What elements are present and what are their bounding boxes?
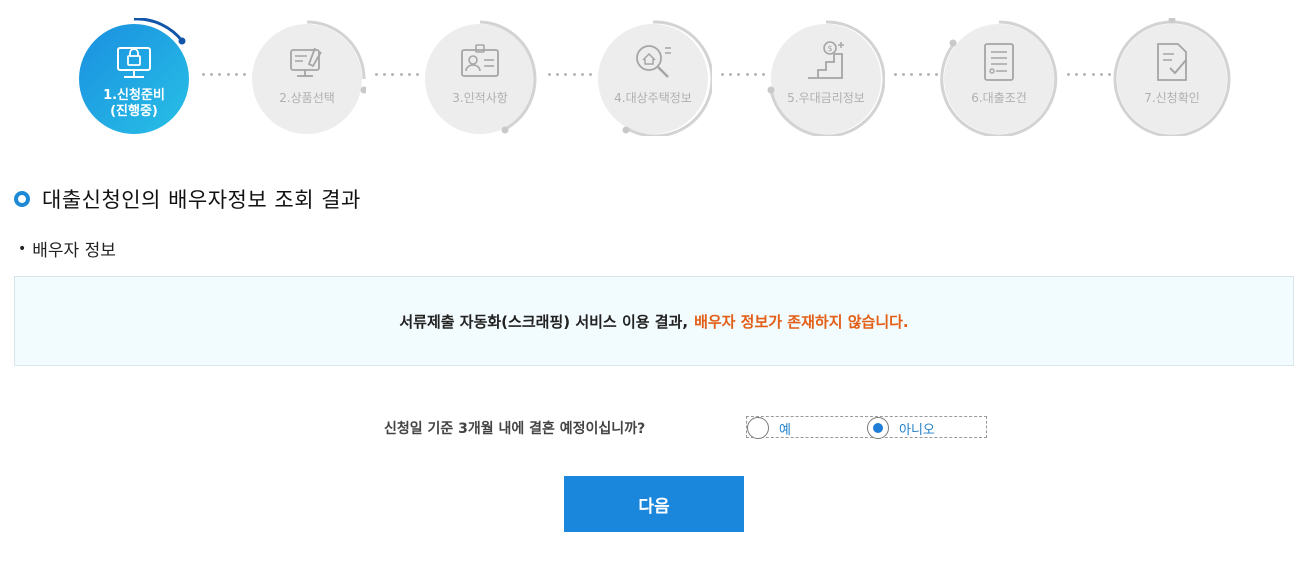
- step-6: 6.대출조건: [940, 18, 1058, 136]
- step-connector: [202, 70, 246, 78]
- step-3-label: 3.인적사항: [452, 91, 508, 105]
- result-notice-box: 서류제출 자동화(스크래핑) 서비스 이용 결과, 배우자 정보가 존재하지 않…: [14, 276, 1294, 366]
- subsection-heading: • 배우자 정보: [18, 236, 116, 262]
- step-1-label: 1.신청준비 (진행중): [103, 88, 165, 119]
- subsection-title: 배우자 정보: [32, 241, 116, 261]
- step-connector: [1067, 70, 1111, 78]
- step-7-label: 7.신청확인: [1144, 91, 1200, 105]
- step-2: 2.상품선택: [248, 18, 366, 136]
- step-5: $ 5.우대금리정보: [767, 18, 885, 136]
- step-connector: [894, 70, 938, 78]
- marriage-radio-group: 예 아니오: [746, 416, 987, 439]
- section-title: 대출신청인의 배우자정보 조회 결과: [42, 188, 361, 212]
- step-1: 1.신청준비 (진행중): [75, 18, 193, 136]
- document-list-icon: [984, 43, 1014, 81]
- radio-option-yes[interactable]: 예: [747, 417, 791, 439]
- step-connector: [548, 70, 592, 78]
- step-7: 7.신청확인: [1113, 18, 1231, 136]
- stairs-coin-icon: $: [808, 41, 844, 79]
- notice-text: 서류제출 자동화(스크래핑) 서비스 이용 결과,: [399, 312, 689, 331]
- marriage-question: 신청일 기준 3개월 내에 결혼 예정이십니까?: [384, 421, 646, 437]
- step-6-label: 6.대출조건: [971, 91, 1027, 105]
- radio-unchecked-icon[interactable]: [747, 417, 769, 439]
- step-4-label: 4.대상주택정보: [614, 91, 692, 105]
- step-3: 3.인적사항: [421, 18, 539, 136]
- next-button[interactable]: 다음: [564, 476, 744, 532]
- computer-lock-icon: [117, 47, 151, 78]
- progress-steps: 1.신청준비 (진행중) 2.상품선택 3.인적사항 4.대상주택정보 $ 5.…: [0, 0, 1311, 150]
- step-4: 4.대상주택정보: [594, 18, 712, 136]
- step-2-label: 2.상품선택: [279, 91, 335, 105]
- step-connector: [375, 70, 419, 78]
- notice-highlight: 배우자 정보가 존재하지 않습니다.: [694, 312, 909, 331]
- step-connector: [721, 70, 765, 78]
- circle-bullet-icon: [14, 191, 30, 207]
- bullet-icon: •: [18, 240, 27, 257]
- radio-label-yes[interactable]: 예: [779, 419, 791, 438]
- document-check-icon: [1157, 43, 1187, 81]
- id-card-icon: [461, 44, 499, 77]
- section-heading: 대출신청인의 배우자정보 조회 결과: [14, 184, 361, 214]
- radio-option-no[interactable]: 아니오: [867, 417, 935, 439]
- svg-text:$: $: [827, 44, 832, 53]
- step-5-label: 5.우대금리정보: [787, 91, 865, 105]
- monitor-wrench-icon: [290, 47, 322, 77]
- house-search-icon: [636, 45, 671, 78]
- radio-checked-icon[interactable]: [867, 417, 889, 439]
- radio-label-no[interactable]: 아니오: [899, 419, 935, 438]
